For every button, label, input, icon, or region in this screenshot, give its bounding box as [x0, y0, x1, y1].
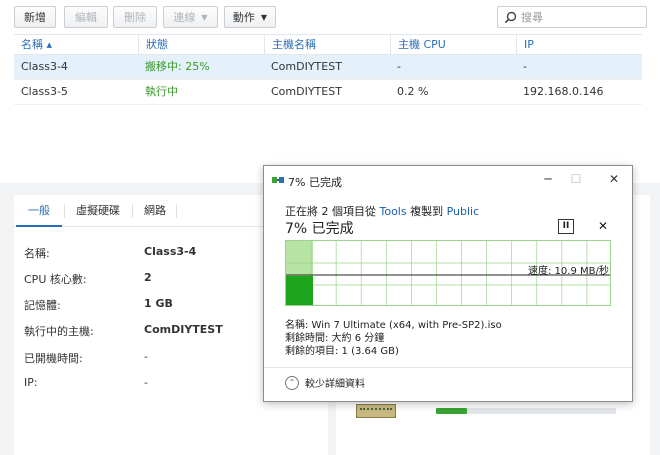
cell-host: ComDIYTEST	[271, 85, 342, 98]
field-value-uptime: -	[144, 350, 148, 363]
search-icon	[504, 11, 517, 23]
table-row[interactable]: Class3-5 執行中 ComDIYTEST 0.2 % 192.168.0.…	[14, 80, 642, 105]
items-remaining: 剩餘的項目: 1 (3.64 GB)	[285, 346, 399, 357]
field-label-ip: IP:	[24, 376, 38, 389]
less-details-toggle[interactable]: ⌃ 較少詳細資料	[285, 375, 365, 390]
destination-folder-link[interactable]: Public	[447, 205, 480, 218]
toolbar: 新增 編輯 刪除 連線 ▼ 動作 ▼	[0, 0, 660, 34]
copy-progress-icon	[272, 177, 284, 183]
cell-status: 執行中	[145, 85, 178, 98]
cell-status: 搬移中: 25%	[145, 60, 210, 73]
field-value-ip: -	[144, 376, 148, 389]
action-label: 動作	[232, 11, 255, 24]
column-header-name[interactable]: 名稱 ▴	[14, 35, 138, 55]
column-header-ip[interactable]: IP	[516, 35, 642, 55]
memory-usage-fill	[436, 408, 467, 414]
tab-general[interactable]: 一般	[16, 203, 62, 227]
memory-usage-bar	[436, 408, 616, 414]
tab-virtual-disk[interactable]: 虛擬硬碟	[64, 203, 132, 227]
memory-chip-icon	[356, 404, 396, 418]
chevron-down-icon: ▼	[260, 12, 268, 22]
less-details-label: 較少詳細資料	[305, 379, 365, 390]
field-value-name: Class3-4	[144, 245, 197, 258]
copy-description-prefix: 正在將 2 個項目從	[285, 205, 380, 218]
cell-ip: 192.168.0.146	[523, 85, 604, 98]
chevron-up-icon: ⌃	[285, 375, 299, 390]
field-value-memory: 1 GB	[144, 297, 173, 310]
field-value-host: ComDIYTEST	[144, 323, 223, 336]
field-label-host: 執行中的主機:	[24, 325, 94, 338]
close-button[interactable]: ✕	[600, 170, 628, 188]
column-header-cpu[interactable]: 主機 CPU	[390, 35, 516, 55]
field-label-uptime: 已開機時間:	[24, 352, 83, 365]
delete-button[interactable]: 刪除	[113, 6, 157, 28]
connect-label: 連線	[173, 11, 196, 24]
dialog-title: 7% 已完成	[288, 176, 342, 189]
connect-button[interactable]: 連線 ▼	[163, 6, 218, 28]
search-input[interactable]	[521, 10, 641, 24]
minimize-button[interactable]: ─	[534, 170, 562, 188]
edit-button[interactable]: 編輯	[64, 6, 108, 28]
progress-heading: 7% 已完成	[285, 221, 354, 237]
column-header-status[interactable]: 狀態	[138, 35, 264, 55]
cell-ip: -	[523, 60, 527, 73]
cell-cpu: 0.2 %	[397, 85, 429, 98]
tab-divider	[176, 204, 177, 218]
dialog-titlebar[interactable]: 7% 已完成 ─ ☐ ✕	[264, 166, 632, 194]
copy-description-mid: 複製到	[406, 205, 447, 218]
action-button[interactable]: 動作 ▼	[224, 6, 276, 28]
cell-name: Class3-5	[21, 85, 68, 98]
chevron-down-icon: ▼	[201, 12, 208, 22]
column-header-host[interactable]: 主機名稱	[264, 35, 390, 55]
search-box[interactable]	[497, 6, 647, 28]
field-label-memory: 記憶體:	[24, 299, 61, 312]
field-value-cpu: 2	[144, 271, 152, 284]
speed-bar	[286, 276, 313, 305]
tab-network[interactable]: 網路	[132, 203, 178, 227]
table-header: 名稱 ▴ 狀態 主機名稱 主機 CPU IP	[14, 34, 642, 55]
source-folder-link[interactable]: Tools	[380, 205, 407, 218]
cancel-copy-button[interactable]: ✕	[598, 219, 608, 233]
cell-name: Class3-4	[21, 60, 68, 73]
dialog-divider	[264, 367, 632, 368]
pause-button[interactable]: II	[558, 219, 574, 234]
field-label-cpu: CPU 核心數:	[24, 273, 87, 286]
vm-table: 名稱 ▴ 狀態 主機名稱 主機 CPU IP Class3-4 搬移中: 25%…	[14, 34, 642, 105]
cell-cpu: -	[397, 60, 401, 73]
copy-progress-dialog: 7% 已完成 ─ ☐ ✕ 正在將 2 個項目從 Tools 複製到 Public…	[263, 165, 633, 402]
transfer-speed: 速度: 10.9 MB/秒	[528, 266, 609, 277]
maximize-button[interactable]: ☐	[562, 170, 590, 188]
cell-host: ComDIYTEST	[271, 60, 342, 73]
field-label-name: 名稱:	[24, 247, 50, 260]
table-row[interactable]: Class3-4 搬移中: 25% ComDIYTEST - -	[14, 55, 642, 80]
create-button[interactable]: 新增	[14, 6, 56, 28]
copy-description: 正在將 2 個項目從 Tools 複製到 Public	[285, 203, 479, 219]
